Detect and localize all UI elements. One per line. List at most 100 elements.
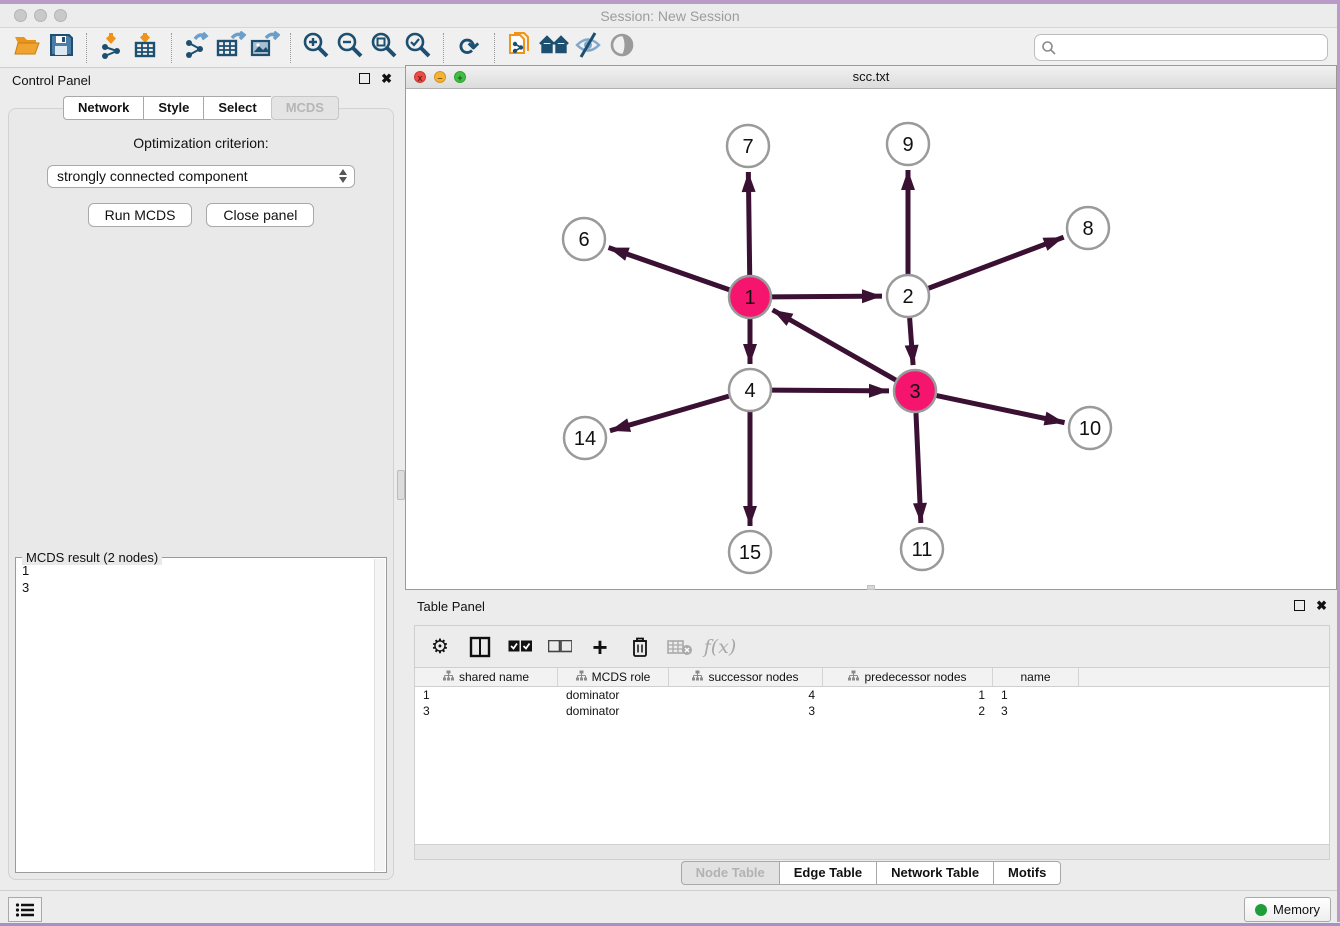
- close-panel-button[interactable]: Close panel: [206, 203, 314, 227]
- graph-edge-4-3[interactable]: [772, 390, 889, 391]
- network-view-window: x – + scc.txt 7968124314101511: [405, 65, 1337, 590]
- delete-row-button[interactable]: [627, 634, 653, 660]
- control-panel-float-icon[interactable]: [359, 73, 370, 84]
- optimization-criterion-value: strongly connected component: [57, 168, 248, 184]
- optimization-criterion-select[interactable]: strongly connected component: [47, 165, 355, 188]
- tab-select[interactable]: Select: [203, 96, 270, 120]
- column-header-name[interactable]: name: [993, 668, 1079, 686]
- tab-network[interactable]: Network: [63, 96, 143, 120]
- column-header-predecessor-nodes[interactable]: predecessor nodes: [823, 668, 993, 686]
- graph-node-label-15: 15: [739, 542, 761, 564]
- table-cell[interactable]: 2: [823, 703, 993, 719]
- import-table-icon: [132, 31, 160, 64]
- table-cell[interactable]: 3: [415, 703, 558, 719]
- table-settings-button[interactable]: ⚙: [427, 634, 453, 660]
- copy-network-button[interactable]: [503, 32, 537, 64]
- graph-edge-2-3[interactable]: [910, 318, 913, 365]
- mcds-result-scrollbar[interactable]: [374, 559, 385, 871]
- refresh-icon: ⟳: [459, 36, 479, 60]
- tab-network-table[interactable]: Network Table: [876, 861, 993, 885]
- toolbar-separator: [171, 33, 172, 63]
- zoom-fit-button[interactable]: [367, 32, 401, 64]
- graph-edge-1-7[interactable]: [748, 172, 749, 275]
- select-all-checks-button[interactable]: [507, 634, 533, 660]
- import-network-button[interactable]: [95, 32, 129, 64]
- control-panel-close-icon[interactable]: ✖: [381, 73, 392, 84]
- add-row-button[interactable]: +: [587, 634, 613, 660]
- graph-edge-2-8[interactable]: [929, 237, 1064, 288]
- table-panel-close-icon[interactable]: ✖: [1316, 600, 1327, 611]
- mcds-result-group: MCDS result (2 nodes) 1 3: [15, 557, 387, 873]
- column-header-successor-nodes[interactable]: successor nodes: [669, 668, 823, 686]
- table-row[interactable]: 1dominator411: [415, 687, 1329, 703]
- vertical-splitter-grip[interactable]: [397, 470, 405, 500]
- app-title: Session: New Session: [0, 8, 1340, 24]
- graph-node-label-9: 9: [902, 134, 913, 156]
- tab-edge-table[interactable]: Edge Table: [779, 861, 876, 885]
- graph-edge-3-10[interactable]: [937, 396, 1065, 423]
- zoom-in-button[interactable]: [299, 32, 333, 64]
- mcds-result-text[interactable]: 1 3: [18, 562, 373, 868]
- show-graphics-button[interactable]: [605, 32, 639, 64]
- open-session-button[interactable]: [10, 32, 44, 64]
- table-cell[interactable]: 1: [823, 687, 993, 703]
- table-panel-float-icon[interactable]: [1294, 600, 1305, 611]
- graph-edge-3-11[interactable]: [916, 413, 921, 523]
- delete-table-button[interactable]: [667, 634, 693, 660]
- zoom-selected-button[interactable]: [401, 32, 435, 64]
- import-network-icon: [98, 31, 126, 64]
- table-cell[interactable]: 1: [993, 687, 1079, 703]
- export-image-button[interactable]: [248, 32, 282, 64]
- control-panel-tabs: Network Style Select MCDS: [0, 96, 402, 120]
- status-bar: Memory: [0, 890, 1340, 926]
- network-window-titlebar[interactable]: x – + scc.txt: [406, 66, 1336, 89]
- clear-all-checks-button[interactable]: [547, 634, 573, 660]
- table-cell[interactable]: dominator: [558, 703, 669, 719]
- column-header-label: name: [1020, 670, 1050, 684]
- table-cell[interactable]: 1: [415, 687, 558, 703]
- tab-style[interactable]: Style: [143, 96, 203, 120]
- tab-motifs[interactable]: Motifs: [993, 861, 1061, 885]
- table-row[interactable]: 3dominator323: [415, 703, 1329, 719]
- graph-node-label-3: 3: [909, 381, 920, 403]
- hide-graphics-button[interactable]: [571, 32, 605, 64]
- tab-mcds[interactable]: MCDS: [271, 96, 339, 120]
- zoom-out-button[interactable]: [333, 32, 367, 64]
- export-network-button[interactable]: [180, 32, 214, 64]
- home-views-icon-button[interactable]: [537, 32, 571, 64]
- import-table-button[interactable]: [129, 32, 163, 64]
- zoom-out-icon: [336, 31, 364, 64]
- network-resize-grip[interactable]: [867, 585, 875, 590]
- task-history-button[interactable]: [8, 897, 42, 922]
- graph-edge-3-1[interactable]: [773, 310, 896, 380]
- network-canvas[interactable]: 7968124314101511: [406, 89, 1336, 589]
- graph-edge-1-2[interactable]: [772, 296, 882, 297]
- zoom-fit-icon: [370, 31, 398, 64]
- split-columns-button[interactable]: [467, 634, 493, 660]
- toolbar-separator: [443, 33, 444, 63]
- table-cell[interactable]: 4: [669, 687, 823, 703]
- column-header-shared-name[interactable]: shared name: [415, 668, 558, 686]
- memory-button[interactable]: Memory: [1244, 897, 1331, 922]
- column-header-MCDS-role[interactable]: MCDS role: [558, 668, 669, 686]
- run-mcds-button[interactable]: Run MCDS: [88, 203, 193, 227]
- graph-edge-1-6[interactable]: [609, 248, 730, 290]
- save-session-button[interactable]: [44, 32, 78, 64]
- mcds-panel: Optimization criterion: strongly connect…: [8, 108, 394, 880]
- table-cell[interactable]: dominator: [558, 687, 669, 703]
- column-header-label: shared name: [459, 670, 529, 684]
- graph-edge-4-14[interactable]: [610, 396, 729, 431]
- memory-label: Memory: [1273, 902, 1320, 917]
- checked-boxes-icon: [508, 640, 532, 653]
- home-views-icon: [538, 32, 570, 63]
- export-table-button[interactable]: [214, 32, 248, 64]
- graph-node-label-11: 11: [912, 539, 933, 561]
- table-cell[interactable]: 3: [669, 703, 823, 719]
- search-input[interactable]: [1062, 40, 1321, 55]
- table-cell[interactable]: 3: [993, 703, 1079, 719]
- tab-node-table[interactable]: Node Table: [681, 861, 779, 885]
- table-hscrollbar[interactable]: [414, 845, 1330, 860]
- export-table-icon: [216, 31, 246, 64]
- refresh-button[interactable]: ⟳: [452, 32, 486, 64]
- function-builder-button[interactable]: f(x): [707, 634, 733, 660]
